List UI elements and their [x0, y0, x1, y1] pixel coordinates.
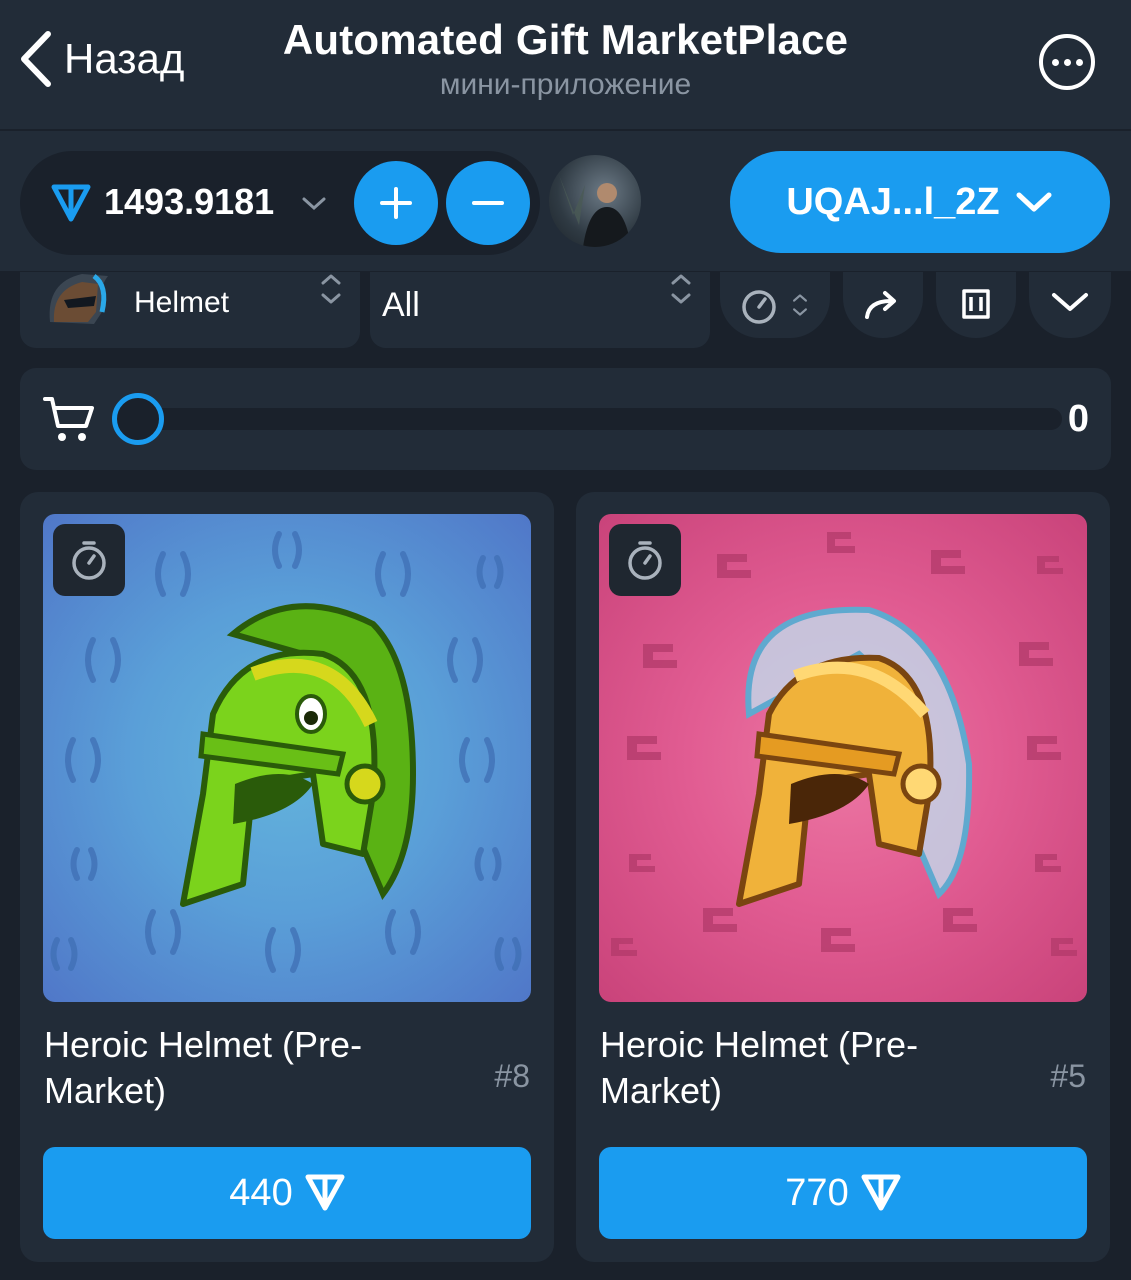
ton-icon [305, 1174, 345, 1211]
sort-updown-icon [793, 294, 807, 316]
deposit-button[interactable] [354, 161, 438, 245]
plus-icon [380, 187, 412, 219]
buy-button[interactable]: 440 [43, 1147, 531, 1239]
gift-name: Heroic Helmet (Pre-Market) [600, 1024, 919, 1111]
balance-value[interactable]: 1493.9181 [104, 181, 274, 223]
model-filter-label: All [382, 286, 420, 324]
timer-badge [53, 524, 125, 596]
gift-image[interactable] [43, 514, 531, 1002]
cart-bar: 0 [20, 368, 1111, 470]
timer-badge [609, 524, 681, 596]
wallet-address: UQAJ...l_2Z [786, 180, 1000, 223]
wallet-bar: 1493.9181 UQAJ...l_2Z [0, 131, 1131, 271]
gift-image[interactable] [599, 514, 1087, 1002]
sort-updown-icon [321, 274, 341, 304]
share-arrow-icon [865, 291, 896, 319]
cart-icon[interactable] [42, 394, 96, 444]
back-button[interactable]: Назад [18, 30, 184, 88]
more-dots-icon[interactable] [1039, 34, 1095, 90]
helmet-thumbnail-icon [49, 273, 108, 324]
gift-card[interactable]: Heroic Helmet (Pre-Market) #5 770 [576, 492, 1110, 1262]
share-button[interactable] [843, 272, 923, 338]
gift-price: 440 [229, 1171, 293, 1214]
sort-updown-icon [671, 274, 691, 304]
ton-icon [51, 184, 91, 222]
chevron-down-icon [1016, 192, 1052, 212]
balance-pill: 1493.9181 [20, 151, 540, 255]
gift-price: 770 [785, 1171, 849, 1214]
withdraw-button[interactable] [446, 161, 530, 245]
buy-button[interactable]: 770 [599, 1147, 1087, 1239]
cart-progress-handle[interactable] [112, 393, 164, 445]
wallet-address-button[interactable]: UQAJ...l_2Z [730, 151, 1110, 253]
heroic-helmet-green-art [180, 603, 417, 907]
cart-progress-track[interactable] [138, 408, 1062, 430]
stopwatch-icon [742, 290, 776, 324]
app-header: Назад Automated Gift MarketPlace мини-пр… [0, 0, 1131, 130]
gift-card[interactable]: Heroic Helmet (Pre-Market) #8 440 [20, 492, 554, 1262]
gift-filter-label: Helmet [134, 286, 230, 319]
stopwatch-icon [628, 541, 662, 580]
minus-icon [472, 201, 504, 205]
model-filter-select[interactable]: All [370, 272, 710, 348]
gift-filter-select[interactable]: Helmet [20, 272, 360, 348]
cart-count: 0 [1067, 398, 1089, 440]
ton-icon [861, 1174, 901, 1211]
avatar[interactable] [549, 155, 641, 247]
heroic-helmet-gold-art [736, 606, 973, 907]
chevron-down-icon[interactable] [300, 191, 328, 215]
chevron-left-icon [21, 31, 51, 87]
collapse-button[interactable] [1029, 272, 1111, 338]
back-label: Назад [64, 35, 185, 82]
gift-number: #8 [494, 1058, 530, 1094]
delete-button[interactable] [936, 272, 1016, 338]
timer-sort-button[interactable] [720, 272, 830, 338]
gift-number: #5 [1050, 1058, 1086, 1094]
stopwatch-icon [72, 541, 106, 580]
trash-icon [962, 289, 990, 319]
gift-name: Heroic Helmet (Pre-Market) [44, 1024, 363, 1111]
chevron-down-icon [1052, 293, 1088, 311]
avatar-photo [559, 175, 631, 247]
